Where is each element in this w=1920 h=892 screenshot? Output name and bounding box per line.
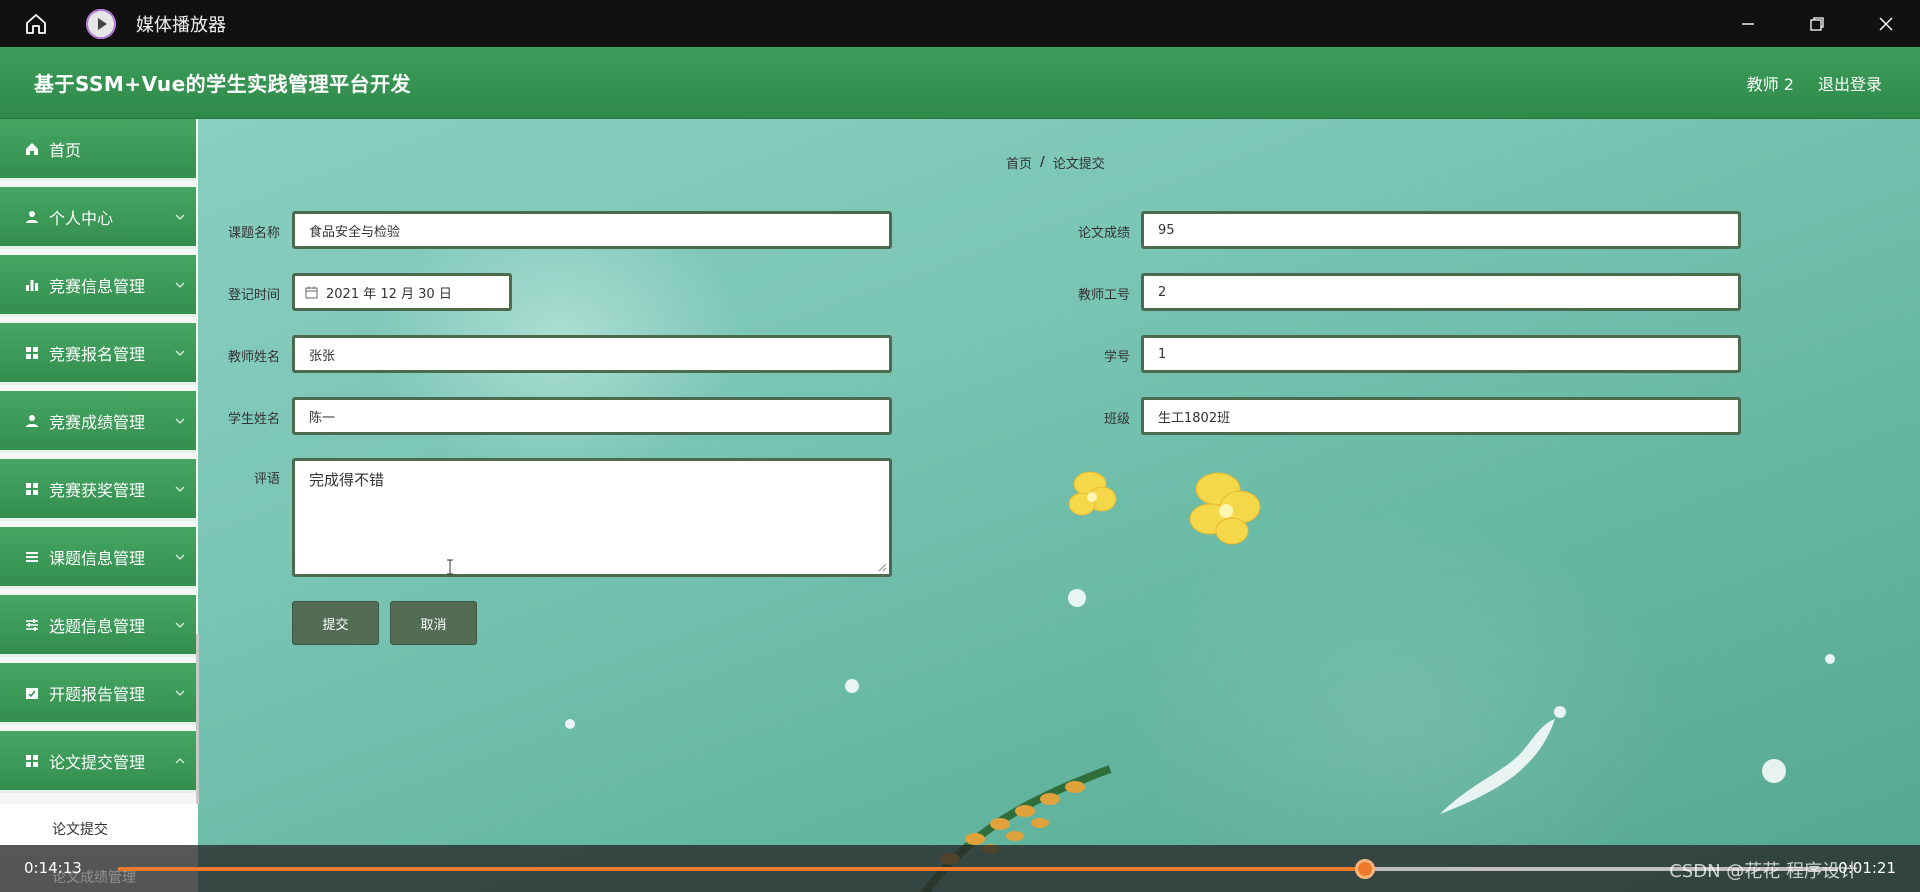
sidebar-item-competition-awards[interactable]: 竞赛获奖管理 bbox=[0, 459, 196, 521]
calendar-check-icon bbox=[25, 686, 39, 700]
sidebar-scrollbar[interactable] bbox=[196, 634, 199, 804]
background-bubble bbox=[565, 719, 575, 729]
sidebar-item-competition-scores[interactable]: 竞赛成绩管理 bbox=[0, 391, 196, 453]
background-bubble bbox=[1762, 759, 1786, 783]
background-bubble bbox=[1825, 654, 1835, 664]
user-icon bbox=[25, 210, 39, 224]
chevron-down-icon bbox=[175, 690, 185, 696]
home-icon[interactable] bbox=[0, 0, 72, 47]
sidebar-item-competition-info[interactable]: 竞赛信息管理 bbox=[0, 255, 196, 317]
teacher-no-label: 教师工号 bbox=[1077, 288, 1130, 303]
comment-value: 完成得不错 bbox=[309, 471, 385, 489]
sidebar-item-label: 首页 bbox=[49, 140, 82, 160]
chevron-down-icon bbox=[175, 486, 185, 492]
media-player-logo-icon bbox=[86, 8, 116, 39]
sidebar: 首页 个人中心 竞赛信息管理 竞赛报名管理 竞赛成绩管理 竞赛获奖管理 课题信息… bbox=[0, 119, 199, 892]
chevron-down-icon bbox=[175, 554, 185, 560]
breadcrumb-current: 论文提交 bbox=[1052, 157, 1105, 172]
student-name-field[interactable]: 陈一 bbox=[292, 397, 892, 435]
resize-grip-icon[interactable] bbox=[877, 562, 887, 572]
chevron-down-icon bbox=[175, 350, 185, 356]
sidebar-item-personal-center[interactable]: 个人中心 bbox=[0, 187, 196, 249]
main-content: 首页 个人中心 竞赛信息管理 竞赛报名管理 竞赛成绩管理 竞赛获奖管理 课题信息… bbox=[0, 119, 1920, 892]
seek-bar-thumb[interactable] bbox=[1355, 859, 1375, 879]
teacher-name-field[interactable]: 张张 bbox=[292, 335, 892, 373]
comment-label: 评语 bbox=[253, 472, 280, 487]
current-user: 教师 2 bbox=[1746, 75, 1794, 94]
grid-icon bbox=[25, 346, 39, 360]
list-icon bbox=[25, 550, 39, 564]
app-header: 基于SSM+Vue的学生实践管理平台开发 教师 2 退出登录 bbox=[0, 47, 1920, 119]
seek-bar[interactable] bbox=[118, 859, 1838, 879]
class-label: 班级 bbox=[1103, 412, 1130, 427]
paper-score-label: 论文成绩 bbox=[1077, 226, 1130, 241]
register-time-label: 登记时间 bbox=[227, 288, 280, 303]
background-splash-decoration bbox=[1440, 706, 1566, 814]
minimize-icon[interactable] bbox=[1713, 0, 1782, 47]
total-time: 0:01:21 bbox=[1838, 859, 1896, 877]
sidebar-item-label: 竞赛获奖管理 bbox=[49, 480, 146, 500]
background-flower-decoration bbox=[1068, 471, 1261, 545]
student-no-field[interactable]: 1 bbox=[1141, 335, 1741, 373]
sidebar-item-label: 个人中心 bbox=[49, 208, 114, 228]
home-icon bbox=[25, 142, 39, 156]
paper-score-field[interactable]: 95 bbox=[1141, 211, 1741, 249]
submit-button[interactable]: 提交 bbox=[292, 601, 379, 645]
player-title: 媒体播放器 bbox=[136, 14, 226, 36]
teacher-no-field[interactable]: 2 bbox=[1141, 273, 1741, 311]
close-icon[interactable] bbox=[1851, 0, 1920, 47]
chevron-down-icon bbox=[175, 214, 185, 220]
sidebar-item-proposal-report[interactable]: 开题报告管理 bbox=[0, 663, 196, 725]
sidebar-item-label: 竞赛信息管理 bbox=[49, 276, 146, 296]
sidebar-item-label: 开题报告管理 bbox=[49, 684, 146, 704]
sidebar-item-competition-registration[interactable]: 竞赛报名管理 bbox=[0, 323, 196, 385]
register-time-datepicker[interactable]: 2021 年 12 月 30 日 bbox=[292, 273, 512, 311]
watermark: CSDN @花花 程序设计 bbox=[1669, 861, 1858, 882]
player-controls-bar: 论文成绩管理 0:14:13 CSDN @花花 程序设计 0:01:21 bbox=[0, 845, 1920, 892]
text-cursor-icon bbox=[447, 559, 453, 575]
sidebar-item-home[interactable]: 首页 bbox=[0, 119, 196, 181]
grid-icon bbox=[25, 754, 39, 768]
topic-name-label: 课题名称 bbox=[227, 226, 280, 241]
sidebar-item-label: 论文提交管理 bbox=[49, 752, 146, 772]
breadcrumb-home[interactable]: 首页 bbox=[1006, 153, 1032, 172]
teacher-name-label: 教师姓名 bbox=[227, 350, 280, 365]
sidebar-item-label: 选题信息管理 bbox=[49, 616, 146, 636]
bar-chart-icon bbox=[25, 278, 39, 292]
class-field[interactable]: 生工1802班 bbox=[1141, 397, 1741, 435]
calendar-icon bbox=[305, 286, 318, 298]
sidebar-item-label: 竞赛报名管理 bbox=[49, 344, 146, 364]
chevron-up-icon bbox=[175, 758, 185, 764]
sidebar-item-topic-selection[interactable]: 选题信息管理 bbox=[0, 595, 196, 657]
window-controls bbox=[1713, 0, 1920, 47]
sidebar-item-label: 课题信息管理 bbox=[49, 548, 146, 568]
background-bubble bbox=[845, 679, 859, 693]
chevron-down-icon bbox=[175, 418, 185, 424]
sliders-icon bbox=[25, 618, 39, 632]
student-no-label: 学号 bbox=[1103, 350, 1130, 365]
student-name-label: 学生姓名 bbox=[227, 412, 280, 427]
chevron-down-icon bbox=[175, 622, 185, 628]
sidebar-item-paper-submission-management[interactable]: 论文提交管理 bbox=[0, 731, 196, 793]
grid-icon bbox=[25, 482, 39, 496]
background-bubble bbox=[1068, 589, 1086, 607]
app-title: 基于SSM+Vue的学生实践管理平台开发 bbox=[34, 72, 412, 96]
breadcrumb: 首页 / 论文提交 bbox=[1006, 153, 1105, 172]
restore-icon[interactable] bbox=[1782, 0, 1851, 47]
player-title-bar: 媒体播放器 bbox=[0, 0, 1920, 47]
comment-textarea[interactable]: 完成得不错 bbox=[292, 458, 892, 577]
breadcrumb-separator: / bbox=[1040, 155, 1045, 170]
user-icon bbox=[25, 414, 39, 428]
topic-name-field[interactable]: 食品安全与检验 bbox=[292, 211, 892, 249]
register-time-value: 2021 年 12 月 30 日 bbox=[326, 286, 452, 302]
sidebar-item-topic-info[interactable]: 课题信息管理 bbox=[0, 527, 196, 589]
seek-bar-progress bbox=[118, 867, 1365, 871]
chevron-down-icon bbox=[175, 282, 185, 288]
current-time: 0:14:13 bbox=[24, 859, 82, 877]
logout-link[interactable]: 退出登录 bbox=[1818, 71, 1882, 95]
cancel-button[interactable]: 取消 bbox=[390, 601, 477, 645]
sidebar-item-label: 竞赛成绩管理 bbox=[49, 412, 146, 432]
